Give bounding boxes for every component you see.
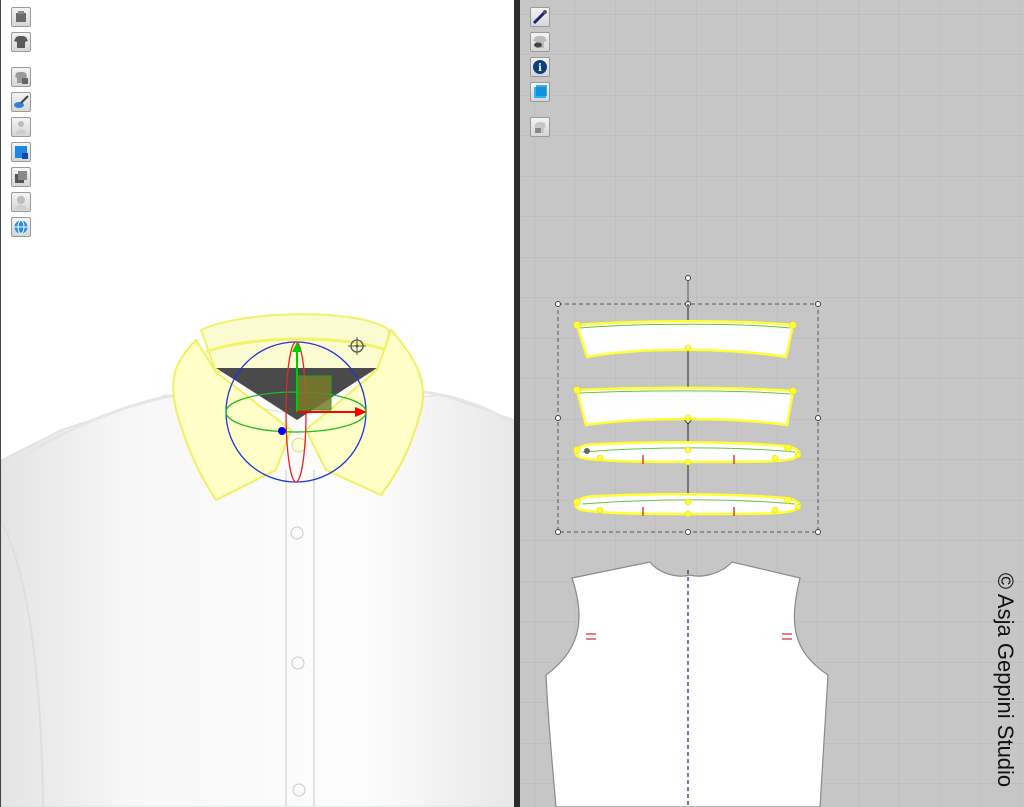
gizmo-plane-handle[interactable] [296,375,332,411]
bodice-pattern-piece[interactable] [545,561,829,807]
2d-toolbar: i [530,7,550,142]
shirt-button[interactable] [292,783,306,797]
watermark-text: © Asja Geppini Studio [993,572,1018,788]
scale-handle[interactable] [685,529,691,535]
3d-scene[interactable] [1,0,514,807]
2d-pattern-viewport[interactable]: i © Asja Geppini Studio [520,0,1024,807]
scale-handle[interactable] [815,529,821,535]
svg-text:i: i [538,63,542,74]
fabric-color-icon[interactable] [11,142,31,162]
scale-handle[interactable] [815,301,821,307]
collar-pattern-piece[interactable] [575,386,795,427]
scale-handle[interactable] [555,301,561,307]
garment-display-icon[interactable] [11,32,31,52]
rotate-handle[interactable] [685,275,691,281]
3d-viewport[interactable] [0,0,514,807]
texture-view-icon[interactable] [11,67,31,87]
info-icon[interactable]: i [530,57,550,77]
avatar-gray-icon[interactable] [11,192,31,212]
layer-icon[interactable] [11,167,31,187]
anchor-point[interactable] [584,448,590,454]
garment-visibility-icon[interactable] [530,32,550,52]
globe-icon[interactable] [11,217,31,237]
2d-pattern-canvas[interactable] [520,0,1024,807]
shirt-button[interactable] [290,526,304,540]
edit-pattern-icon[interactable] [530,7,550,27]
avatar-silhouette-icon[interactable] [11,117,31,137]
fabric-texture-icon[interactable] [530,82,550,102]
visibility-brush-icon[interactable] [11,92,31,112]
3d-toolbar [11,7,31,242]
lock-garment-icon[interactable] [530,117,550,137]
scale-handle[interactable] [555,415,561,421]
scale-handle[interactable] [815,415,821,421]
avatar-display-icon[interactable] [11,7,31,27]
shirt-button[interactable] [291,656,305,670]
scale-handle[interactable] [555,529,561,535]
watermark: © Asja Geppini Studio [992,560,1018,800]
gizmo-z-handle[interactable] [278,427,286,435]
